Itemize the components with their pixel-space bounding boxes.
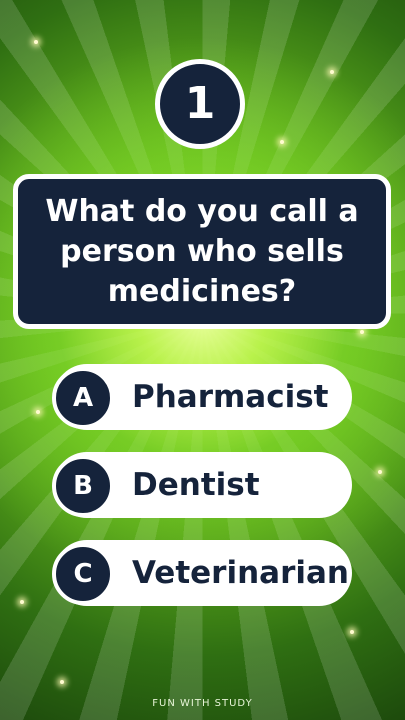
option-a-text: Pharmacist [132,379,329,415]
question-text: What do you call a person who sells medi… [45,193,359,309]
question-box: What do you call a person who sells medi… [13,174,391,329]
question-number: 1 [184,78,216,129]
option-b-text: Dentist [132,467,260,503]
footer-brand: FUN WITH STUDY [152,698,253,709]
sparkle [330,70,334,74]
option-a-letter: A [52,367,114,429]
option-c-button[interactable]: C Veterinarian [52,540,352,606]
option-c-letter: C [52,543,114,605]
sparkle [36,410,40,414]
sparkle [360,330,364,334]
option-b-letter: B [52,455,114,517]
sparkle [20,600,24,604]
option-b-button[interactable]: B Dentist [52,452,352,518]
option-a-button[interactable]: A Pharmacist [52,364,352,430]
sparkle [60,680,64,684]
sparkle [280,140,284,144]
option-c-text: Veterinarian [132,555,349,591]
sparkle [34,40,38,44]
sparkle [350,630,354,634]
sparkle [378,470,382,474]
question-number-badge: 1 [155,59,245,149]
